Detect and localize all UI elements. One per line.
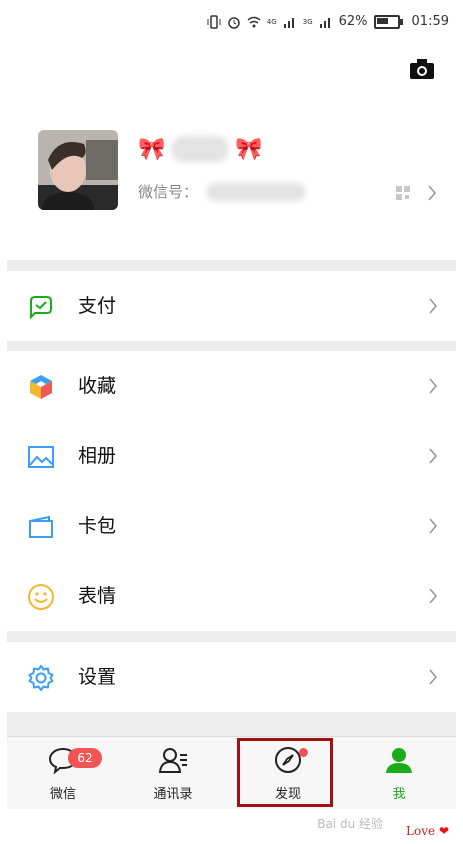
section-divider bbox=[7, 260, 456, 271]
highlight-box bbox=[237, 738, 333, 807]
tab-contacts[interactable]: 通讯录 bbox=[129, 737, 217, 809]
clock: 01:59 bbox=[411, 14, 449, 29]
baidu-watermark: Bai du 经验 bbox=[317, 817, 383, 831]
section-divider bbox=[7, 341, 456, 351]
battery-icon bbox=[373, 14, 403, 29]
signal-icon bbox=[283, 17, 294, 28]
cube-icon bbox=[30, 375, 52, 399]
signal-icon-2 bbox=[319, 17, 330, 28]
bow-icon: 🎀 bbox=[138, 136, 166, 162]
menu-item-cards[interactable]: 卡包 bbox=[7, 491, 456, 561]
menu-item-favorites[interactable]: 收藏 bbox=[7, 351, 456, 421]
menu-label-favorites: 收藏 bbox=[78, 375, 117, 397]
person-icon bbox=[386, 748, 412, 773]
status-bar: 4G 3G 62% 01:59 bbox=[0, 0, 463, 48]
menu-label-stickers: 表情 bbox=[78, 585, 117, 607]
bottom-spacer bbox=[7, 712, 456, 736]
menu-label-cards: 卡包 bbox=[78, 515, 117, 537]
wifi-icon bbox=[247, 16, 261, 27]
menu-item-stickers[interactable]: 表情 bbox=[7, 561, 456, 631]
chevron-right-icon bbox=[429, 448, 438, 464]
heart-icon: ❤ bbox=[438, 824, 449, 838]
chevron-right-icon[interactable] bbox=[427, 185, 437, 201]
tab-label-me: 我 bbox=[392, 787, 406, 802]
network-3g-label: 3G bbox=[302, 17, 313, 26]
photo-icon bbox=[28, 446, 54, 468]
wechat-id-label: 微信号： bbox=[138, 183, 199, 201]
smiley-icon bbox=[28, 584, 54, 610]
tab-me[interactable]: 我 bbox=[355, 737, 443, 809]
avatar[interactable] bbox=[38, 130, 118, 210]
bow-icon-2: 🎀 bbox=[235, 136, 263, 162]
menu-item-pay[interactable]: 支付 bbox=[7, 271, 456, 341]
card-wallet-icon bbox=[29, 515, 53, 538]
chevron-right-icon bbox=[429, 518, 438, 534]
tab-label-contacts: 通讯录 bbox=[153, 787, 193, 802]
section-divider bbox=[7, 631, 456, 642]
menu-label-settings: 设置 bbox=[78, 666, 117, 688]
menu-item-settings[interactable]: 设置 bbox=[7, 642, 456, 712]
avatar-photo bbox=[38, 130, 118, 210]
pay-icon bbox=[30, 296, 52, 320]
battery-percentage: 62% bbox=[338, 14, 368, 29]
gear-icon bbox=[28, 665, 54, 691]
tab-bar: 微信 通讯录 发现 我 bbox=[7, 736, 456, 809]
wechat-id-blurred bbox=[206, 182, 307, 201]
chevron-right-icon bbox=[429, 298, 438, 314]
qr-code-icon[interactable] bbox=[395, 185, 411, 201]
love-watermark: Love ❤ bbox=[406, 824, 449, 838]
nickname-blurred bbox=[171, 136, 230, 162]
wechat-id-row: 微信号： bbox=[138, 181, 307, 202]
tab-label-chats: 微信 bbox=[49, 787, 76, 802]
menu-label-pay: 支付 bbox=[78, 295, 117, 317]
contacts-icon bbox=[158, 748, 187, 773]
chevron-right-icon bbox=[429, 378, 438, 394]
status-icons: 4G 3G 62% 01:59 bbox=[207, 14, 449, 29]
nickname: 🎀 🎀 bbox=[138, 133, 263, 165]
chevron-right-icon bbox=[429, 669, 438, 685]
love-text: Love bbox=[406, 824, 436, 838]
unread-badge: 62 bbox=[68, 748, 102, 768]
menu-item-album[interactable]: 相册 bbox=[7, 421, 456, 491]
alarm-icon bbox=[228, 16, 240, 29]
menu-label-album: 相册 bbox=[78, 445, 117, 467]
camera-icon[interactable] bbox=[409, 58, 435, 80]
vibrate-icon bbox=[207, 14, 221, 29]
chevron-right-icon bbox=[429, 588, 438, 604]
network-4g-label: 4G bbox=[266, 17, 277, 26]
